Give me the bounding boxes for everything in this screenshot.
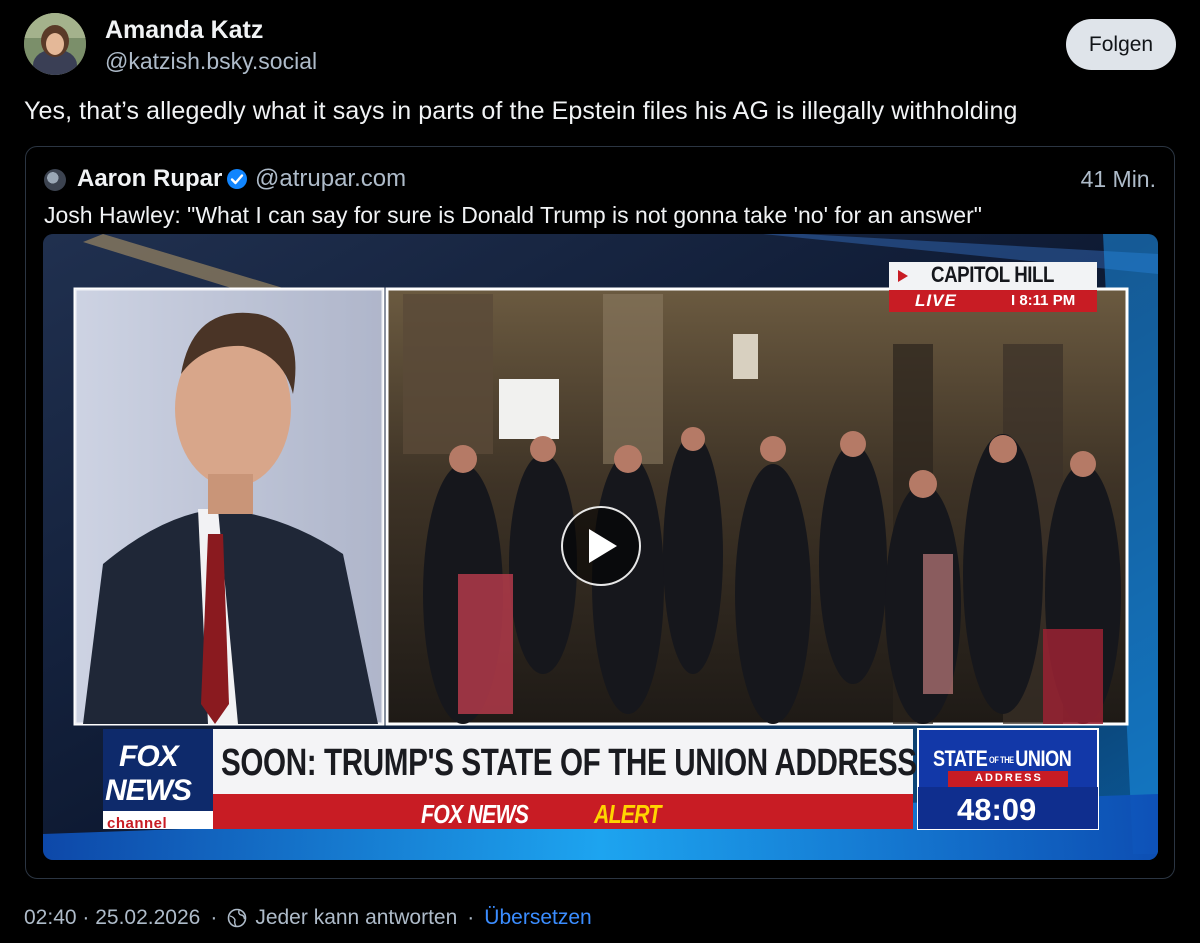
video-live-time: I 8:11 PM xyxy=(1011,292,1076,309)
network-logo-news: NEWS xyxy=(105,774,192,807)
sotu-subtitle: ADDRESS xyxy=(975,772,1043,784)
video-alert-brand: FOX NEWS xyxy=(421,799,529,829)
network-logo-fox: FOX xyxy=(119,740,179,773)
follow-button[interactable]: Folgen xyxy=(1066,19,1176,70)
sotu-title: STATE OF THEUNION xyxy=(933,746,1072,771)
globe-reply-icon xyxy=(228,908,247,928)
post-timestamp[interactable]: 02:40 · 25.02.2026 xyxy=(24,906,200,930)
video-location-label: CAPITOL HILL xyxy=(931,262,1055,287)
network-logo-channel: channel xyxy=(107,815,168,832)
quote-text: Josh Hawley: "What I can say for sure is… xyxy=(44,202,982,228)
author-name[interactable]: Amanda Katz xyxy=(105,16,263,45)
video-headline: SOON: TRUMP'S STATE OF THE UNION ADDRESS xyxy=(221,742,917,784)
translate-link[interactable]: Übersetzen xyxy=(484,906,591,930)
separator-dot: · xyxy=(210,906,218,929)
video-live-badge: LIVE xyxy=(915,291,957,310)
post-footer: 02:40 · 25.02.2026 · Jeder kann antworte… xyxy=(24,906,592,930)
video-player[interactable]: CAPITOL HILL LIVE I 8:11 PM SOON: TRUMP'… xyxy=(43,234,1158,860)
quote-author-avatar[interactable] xyxy=(44,169,66,191)
quoted-post[interactable]: Aaron Rupar @atrupar.com 41 Min. Josh Ha… xyxy=(25,146,1175,879)
verified-check-icon xyxy=(227,169,247,189)
author-avatar[interactable] xyxy=(24,13,86,75)
post-text: Yes, that’s allegedly what it says in pa… xyxy=(24,97,1018,125)
play-icon xyxy=(589,529,617,563)
reply-setting[interactable]: Jeder kann antworten xyxy=(255,906,457,930)
author-handle[interactable]: @katzish.bsky.social xyxy=(105,48,317,75)
sotu-countdown: 48:09 xyxy=(957,792,1037,827)
quote-timestamp[interactable]: 41 Min. xyxy=(1081,166,1156,193)
play-button[interactable] xyxy=(561,506,641,586)
quote-author-handle[interactable]: @atrupar.com xyxy=(255,165,406,193)
video-alert-word: ALERT xyxy=(594,799,661,829)
quote-author-name[interactable]: Aaron Rupar xyxy=(77,165,222,193)
separator-dot: · xyxy=(467,906,475,929)
